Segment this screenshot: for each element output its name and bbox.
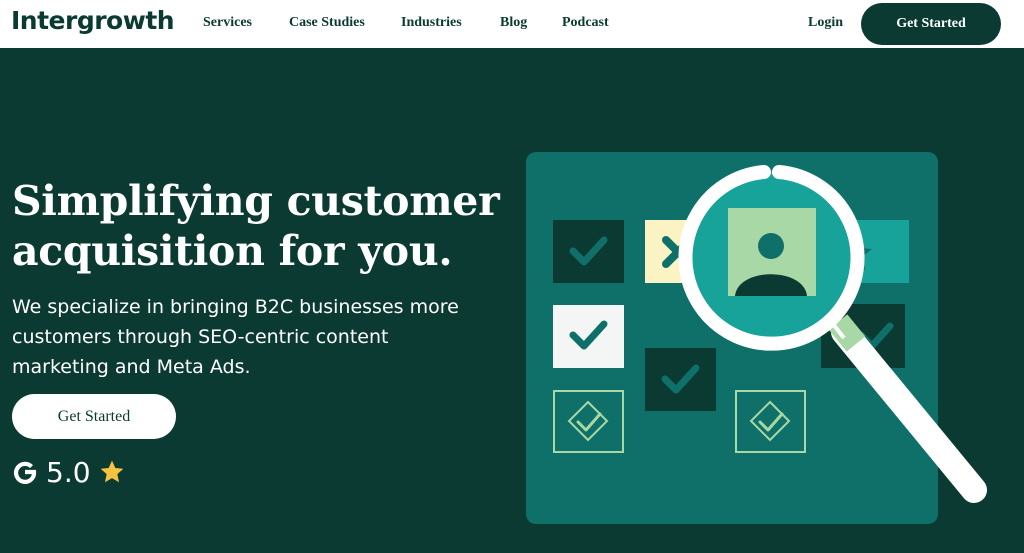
nav-item-blog[interactable]: Blog	[500, 15, 527, 31]
google-rating: 5.0	[12, 455, 125, 489]
hero-subtext: We specialize in bringing B2C businesses…	[12, 296, 459, 378]
hero-headline: Simplifying customer acquisition for you…	[12, 176, 500, 276]
top-navbar: Intergrowth Services Case Studies Indust…	[0, 0, 1024, 48]
magnifier-lens	[678, 165, 865, 351]
hero-get-started-button[interactable]: Get Started	[12, 394, 176, 439]
google-g-icon	[13, 461, 37, 484]
dark-check-card-center	[645, 348, 716, 411]
hero-illustration	[526, 152, 987, 524]
nav-item-podcast[interactable]: Podcast	[562, 15, 609, 31]
nav-item-industries[interactable]: Industries	[401, 15, 462, 31]
nav-item-services[interactable]: Services	[203, 15, 252, 31]
rating-value: 5.0	[46, 455, 91, 489]
user-avatar-card	[728, 208, 816, 296]
hero-headline-line-1: Simplifying customer	[12, 177, 500, 225]
star-icon	[100, 460, 123, 483]
nav-item-case-studies[interactable]: Case Studies	[289, 15, 365, 31]
dark-check-card	[553, 220, 624, 283]
header-get-started-button[interactable]: Get Started	[861, 3, 1001, 45]
login-link[interactable]: Login	[808, 15, 843, 31]
hero-headline-line-2: acquisition for you.	[12, 227, 453, 275]
white-check-card	[553, 305, 624, 368]
brand-logo[interactable]: Intergrowth	[11, 6, 175, 35]
